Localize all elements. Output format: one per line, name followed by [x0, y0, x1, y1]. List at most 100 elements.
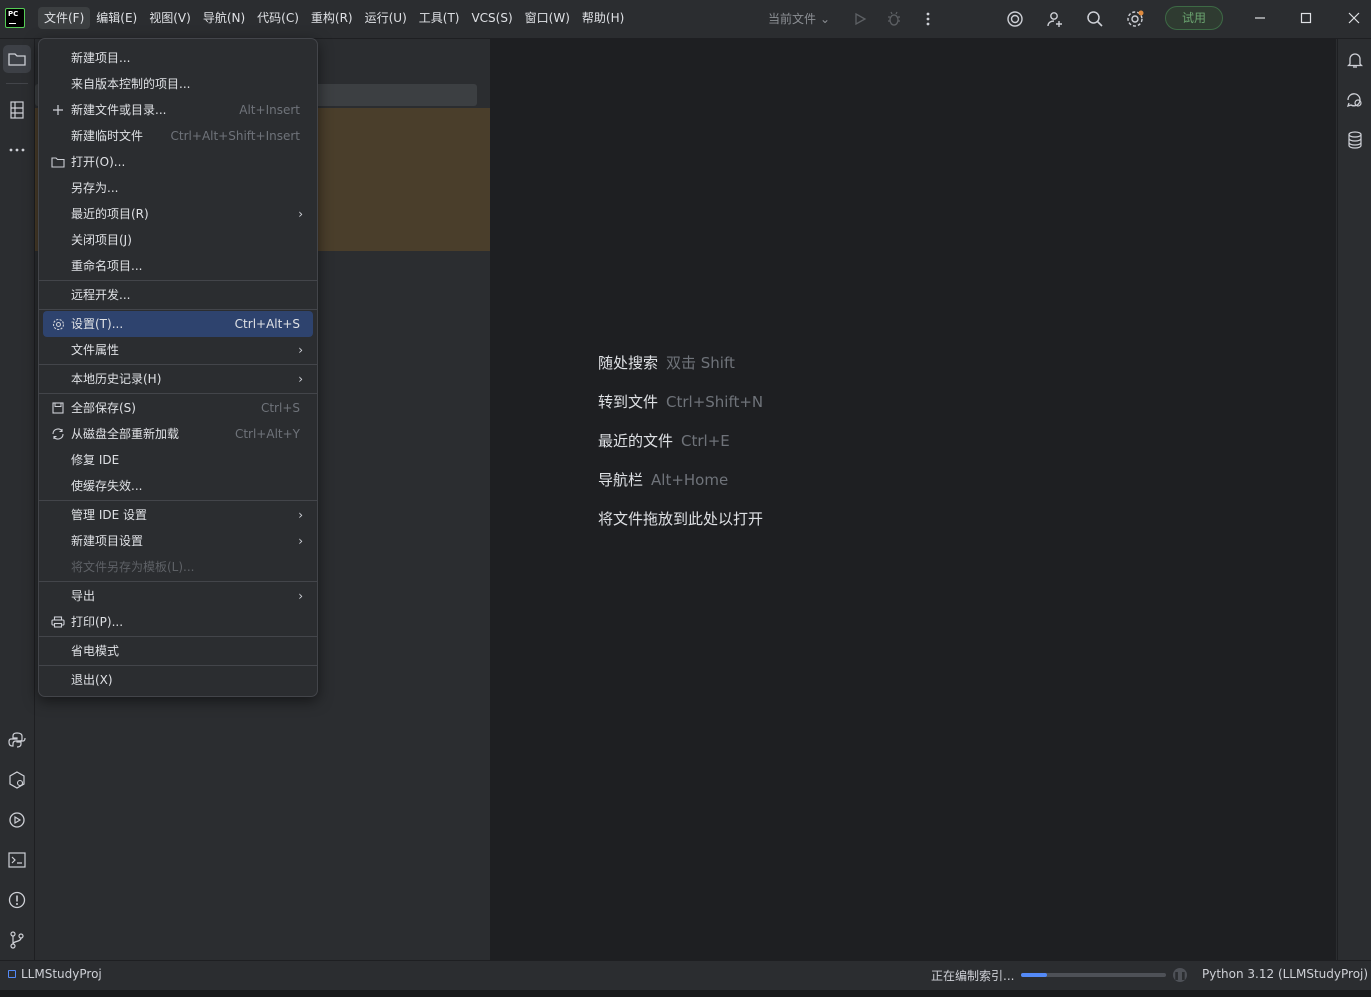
ai-assistant-icon[interactable]	[1004, 8, 1026, 30]
chevron-right-icon: ›	[298, 372, 303, 386]
search-icon[interactable]	[1084, 8, 1106, 30]
more-tools-icon[interactable]	[3, 136, 31, 164]
close-icon[interactable]	[1339, 6, 1369, 30]
structure-icon[interactable]	[3, 96, 31, 124]
hint-recent-files: 最近的文件 Ctrl+E	[598, 432, 730, 450]
menu-item-new-file-or-dir[interactable]: 新建文件或目录... Alt+Insert	[43, 97, 313, 123]
menu-tools[interactable]: 工具(T)	[413, 7, 466, 29]
add-user-icon[interactable]	[1044, 8, 1066, 30]
run-configuration-selector[interactable]: 当前文件 ⌄	[768, 10, 830, 27]
chevron-right-icon: ›	[298, 343, 303, 357]
maximize-icon[interactable]	[1291, 6, 1321, 30]
menu-separator	[38, 636, 318, 637]
terminal-icon[interactable]	[3, 846, 31, 874]
menu-item-save-as-template: 将文件另存为模板(L)...	[71, 560, 195, 574]
chevron-down-icon: ⌄	[820, 12, 831, 26]
services-icon[interactable]	[3, 806, 31, 834]
notifications-bell-icon[interactable]	[1341, 46, 1369, 74]
menu-item-open[interactable]: 打开(O)...	[43, 149, 313, 175]
menu-item-save-all[interactable]: 全部保存(S) Ctrl+S	[43, 395, 313, 421]
editor-hints: 随处搜索 双击 Shift 转到文件 Ctrl+Shift+N 最近的文件 Ctrl+…	[598, 352, 763, 547]
chevron-right-icon: ›	[298, 534, 303, 548]
menu-item-local-history[interactable]: 本地历史记录(H) ›	[43, 366, 313, 392]
menu-item-new-scratch-file[interactable]: 新建临时文件 Ctrl+Alt+Shift+Insert	[43, 123, 313, 149]
folder-icon	[51, 155, 65, 169]
python-interpreter-selector[interactable]: Python 3.12 (LLMStudyProj)	[1202, 967, 1368, 981]
file-menu-dropdown: 新建项目... 来自版本控制的项目... 新建文件或目录... Alt+Inse…	[38, 38, 318, 697]
ai-chat-icon[interactable]	[1341, 86, 1369, 114]
hint-drop-files: 将文件拖放到此处以打开	[598, 510, 764, 528]
plus-icon	[51, 103, 65, 117]
menu-navigate[interactable]: 导航(N)	[197, 7, 251, 29]
chevron-right-icon: ›	[298, 207, 303, 221]
menu-edit[interactable]: 编辑(E)	[90, 7, 143, 29]
module-icon	[8, 970, 16, 978]
run-icon[interactable]	[849, 8, 871, 30]
run-config-label: 当前文件	[768, 12, 817, 26]
menu-item-save-as[interactable]: 另存为...	[43, 175, 313, 201]
menu-separator	[38, 500, 318, 501]
menu-item-print[interactable]: 打印(P)...	[43, 609, 313, 635]
menu-item-invalidate-caches[interactable]: 使缓存失效...	[43, 473, 313, 499]
menu-separator	[38, 581, 318, 582]
more-actions-icon[interactable]	[917, 8, 939, 30]
menu-item-rename-project[interactable]: 重命名项目...	[43, 253, 313, 279]
menu-item-settings[interactable]: 设置(T)... Ctrl+Alt+S	[43, 311, 313, 337]
window-bottom-edge	[0, 990, 1371, 997]
menu-item-manage-ide-settings[interactable]: 管理 IDE 设置 ›	[43, 502, 313, 528]
chevron-right-icon: ›	[298, 508, 303, 522]
settings-gear-icon[interactable]	[1124, 8, 1146, 30]
main-menu-bar: 文件(F) 编辑(E) 视图(V) 导航(N) 代码(C) 重构(R) 运行(U…	[38, 7, 630, 29]
menu-item-project-from-vcs[interactable]: 来自版本控制的项目...	[43, 71, 313, 97]
menu-item-reload-all[interactable]: 从磁盘全部重新加载 Ctrl+Alt+Y	[43, 421, 313, 447]
menu-separator	[38, 393, 318, 394]
menu-item-new-project[interactable]: 新建项目...	[43, 45, 313, 71]
project-folder-icon[interactable]	[3, 45, 31, 73]
menu-help[interactable]: 帮助(H)	[576, 7, 630, 29]
menu-item-repair-ide[interactable]: 修复 IDE	[43, 447, 313, 473]
reload-icon	[51, 427, 65, 441]
menu-file[interactable]: 文件(F)	[38, 7, 91, 29]
gear-icon	[51, 317, 65, 331]
menu-window[interactable]: 窗口(W)	[519, 7, 576, 29]
menu-item-exit[interactable]: 退出(X)	[43, 667, 313, 693]
pycharm-logo-icon[interactable]: PC	[5, 8, 25, 28]
pause-indexing-icon[interactable]: ❚❚	[1173, 968, 1187, 982]
menu-item-export[interactable]: 导出 ›	[43, 583, 313, 609]
menu-view[interactable]: 视图(V)	[143, 7, 197, 29]
minimize-icon[interactable]	[1245, 6, 1275, 30]
status-project-widget[interactable]: LLMStudyProj	[8, 967, 102, 981]
database-icon[interactable]	[1341, 126, 1369, 154]
menu-code[interactable]: 代码(C)	[251, 7, 305, 29]
indexing-progress-bar	[1021, 973, 1166, 977]
chevron-right-icon: ›	[298, 589, 303, 603]
menu-item-power-save-mode[interactable]: 省电模式	[43, 638, 313, 664]
menu-item-new-project-setup[interactable]: 新建项目设置 ›	[43, 528, 313, 554]
git-branch-icon[interactable]	[3, 926, 31, 954]
status-bar: LLMStudyProj 正在编制索引... ❚❚ Python 3.12 (L…	[0, 960, 1371, 990]
menu-separator	[38, 309, 318, 310]
menu-item-recent-projects[interactable]: 最近的项目(R) ›	[43, 201, 313, 227]
editor-empty-area[interactable]: 随处搜索 双击 Shift 转到文件 Ctrl+Shift+N 最近的文件 Ctrl+…	[491, 39, 1336, 960]
menu-separator	[38, 665, 318, 666]
python-console-icon[interactable]	[3, 726, 31, 754]
indexing-status-text: 正在编制索引...	[931, 969, 1015, 983]
printer-icon	[51, 615, 65, 629]
hint-search-everywhere: 随处搜索 双击 Shift	[598, 354, 735, 372]
menu-separator	[38, 280, 318, 281]
trial-button[interactable]: 试用	[1165, 6, 1223, 30]
menu-item-remote-development[interactable]: 远程开发...	[43, 282, 313, 308]
menu-refactor[interactable]: 重构(R)	[305, 7, 359, 29]
save-icon	[51, 401, 65, 415]
indexing-progress-fill	[1021, 973, 1048, 977]
python-packages-icon[interactable]	[3, 766, 31, 794]
title-bar: PC 文件(F) 编辑(E) 视图(V) 导航(N) 代码(C) 重构(R) 运…	[0, 0, 1371, 39]
debug-icon[interactable]	[883, 8, 905, 30]
menu-item-close-project[interactable]: 关闭项目(J)	[43, 227, 313, 253]
problems-icon[interactable]	[3, 886, 31, 914]
menu-item-file-properties[interactable]: 文件属性 ›	[43, 337, 313, 363]
menu-separator	[38, 364, 318, 365]
menu-run[interactable]: 运行(U)	[359, 7, 413, 29]
menu-vcs[interactable]: VCS(S)	[465, 7, 518, 29]
right-tool-window-bar	[1337, 39, 1371, 960]
